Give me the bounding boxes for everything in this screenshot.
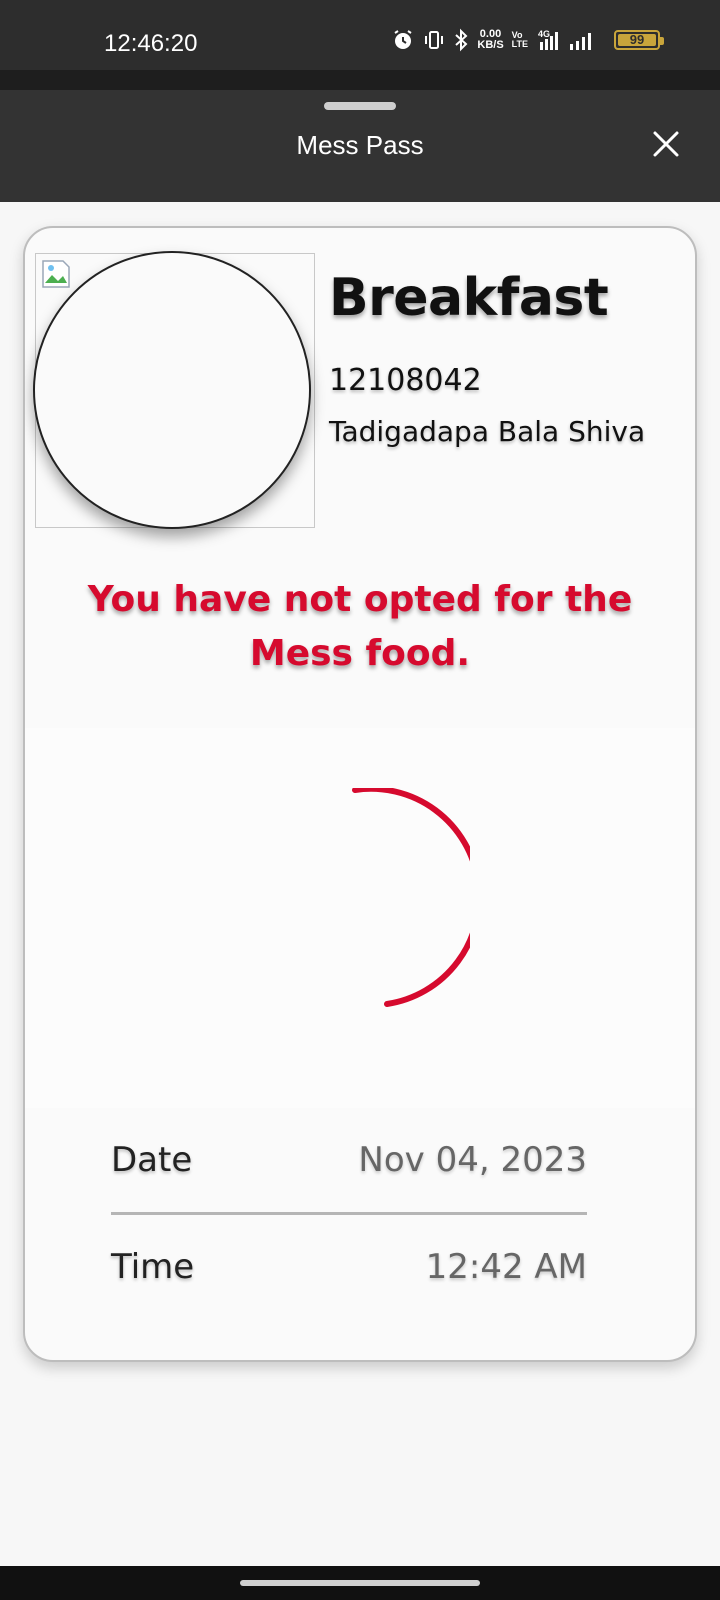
date-label: Date <box>111 1140 193 1180</box>
net-speed-unit: KB/S <box>477 39 504 51</box>
volte-bottom: LTE <box>511 39 528 49</box>
status-clock: 12:46:20 <box>104 30 198 57</box>
bluetooth-icon <box>453 28 469 52</box>
not-opted-message: You have not opted for the Mess food. <box>87 579 633 674</box>
alarm-icon <box>391 28 415 52</box>
network-type: 4G <box>538 29 550 39</box>
home-gesture-bar[interactable] <box>240 1580 480 1586</box>
time-label: Time <box>111 1247 195 1287</box>
date-value: Nov 04, 2023 <box>358 1140 587 1180</box>
time-value: 12:42 AM <box>425 1247 587 1287</box>
time-row: Time 12:42 AM <box>111 1215 587 1311</box>
battery-icon: 99 <box>614 30 664 50</box>
close-button[interactable] <box>650 128 682 160</box>
battery-level: 99 <box>629 32 645 47</box>
sheet-header: Mess Pass <box>0 90 720 202</box>
net-speed: 0.00 KB/S <box>477 29 503 51</box>
student-name: Tadigadapa Bala Shiva <box>329 415 646 448</box>
meal-title: Breakfast <box>329 268 609 328</box>
broken-image-icon <box>42 260 70 288</box>
close-icon <box>653 131 679 157</box>
vibrate-icon <box>423 29 445 51</box>
sheet-title: Mess Pass <box>296 130 424 160</box>
status-strip <box>0 70 720 90</box>
status-icons: 0.00 KB/S Vo LTE 4G 99 <box>391 28 664 52</box>
date-row: Date Nov 04, 2023 <box>111 1108 587 1204</box>
student-photo <box>33 251 315 529</box>
navigation-bar <box>0 1566 720 1600</box>
pass-details: Date Nov 04, 2023 Time 12:42 AM <box>111 1108 587 1311</box>
avatar-circle <box>33 251 311 529</box>
registration-number: 12108042 <box>329 363 482 398</box>
loader-area <box>25 728 695 1108</box>
drag-handle[interactable] <box>324 102 396 110</box>
mess-pass-card: Breakfast 12108042 Tadigadapa Bala Shiva… <box>23 226 697 1362</box>
signal-icon: 4G <box>536 28 606 52</box>
loading-spinner-icon <box>352 788 470 1007</box>
volte-indicator: Vo LTE <box>512 31 528 49</box>
